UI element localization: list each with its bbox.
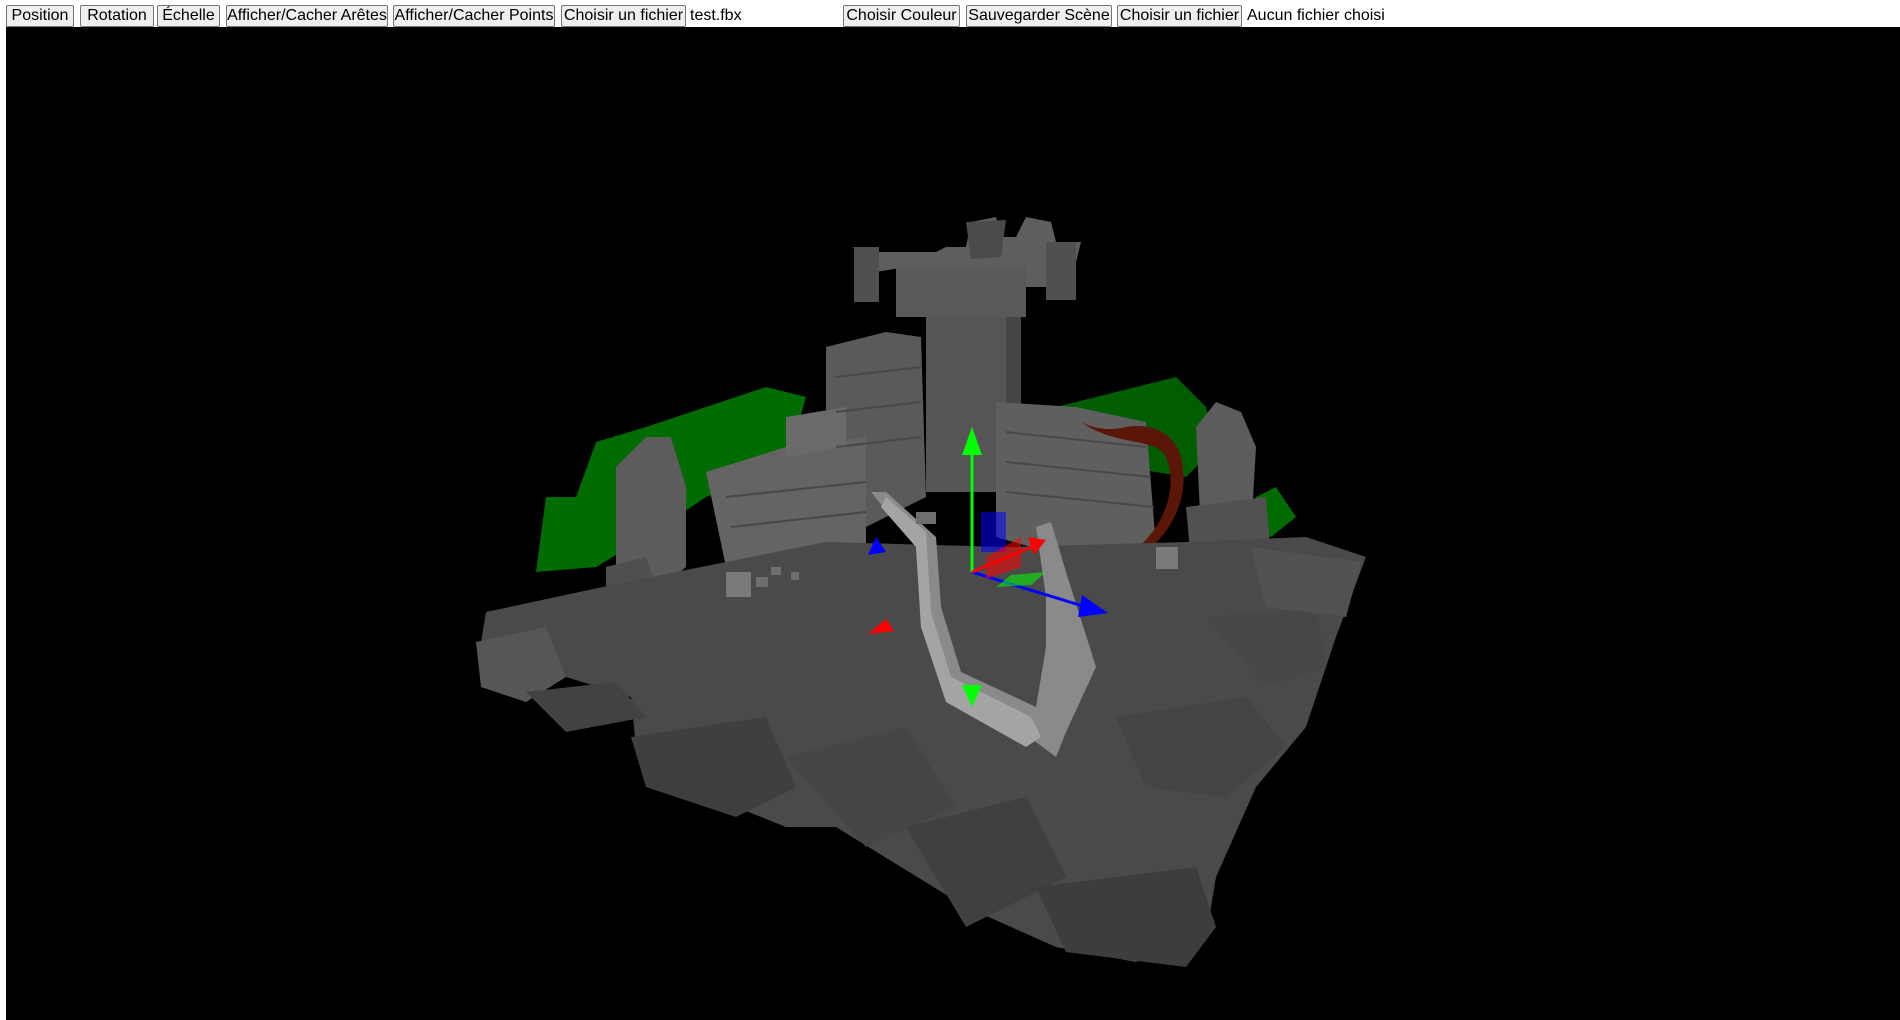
toggle-edges-button[interactable]: Afficher/Cacher Arêtes: [226, 5, 388, 27]
choose-color-button[interactable]: Choisir Couleur: [843, 5, 960, 27]
scale-button[interactable]: Échelle: [157, 5, 220, 27]
scene-render: [476, 217, 1366, 967]
yz-plane-handle[interactable]: [981, 512, 1006, 552]
no-file-chosen-label: Aucun fichier choisi: [1247, 7, 1385, 24]
save-scene-button[interactable]: Sauvegarder Scène: [966, 5, 1112, 27]
chosen-file-name: test.fbx: [690, 7, 742, 24]
position-button[interactable]: Position: [6, 5, 74, 27]
toggle-points-button[interactable]: Afficher/Cacher Points: [393, 5, 555, 27]
3d-viewport[interactable]: [6, 27, 1900, 1020]
load-scene-file-button[interactable]: Choisir un fichier: [1117, 5, 1242, 27]
toolbar: Position Rotation Échelle Afficher/Cache…: [0, 0, 1900, 27]
choose-file-button[interactable]: Choisir un fichier: [561, 5, 686, 27]
rotation-button[interactable]: Rotation: [80, 5, 154, 27]
